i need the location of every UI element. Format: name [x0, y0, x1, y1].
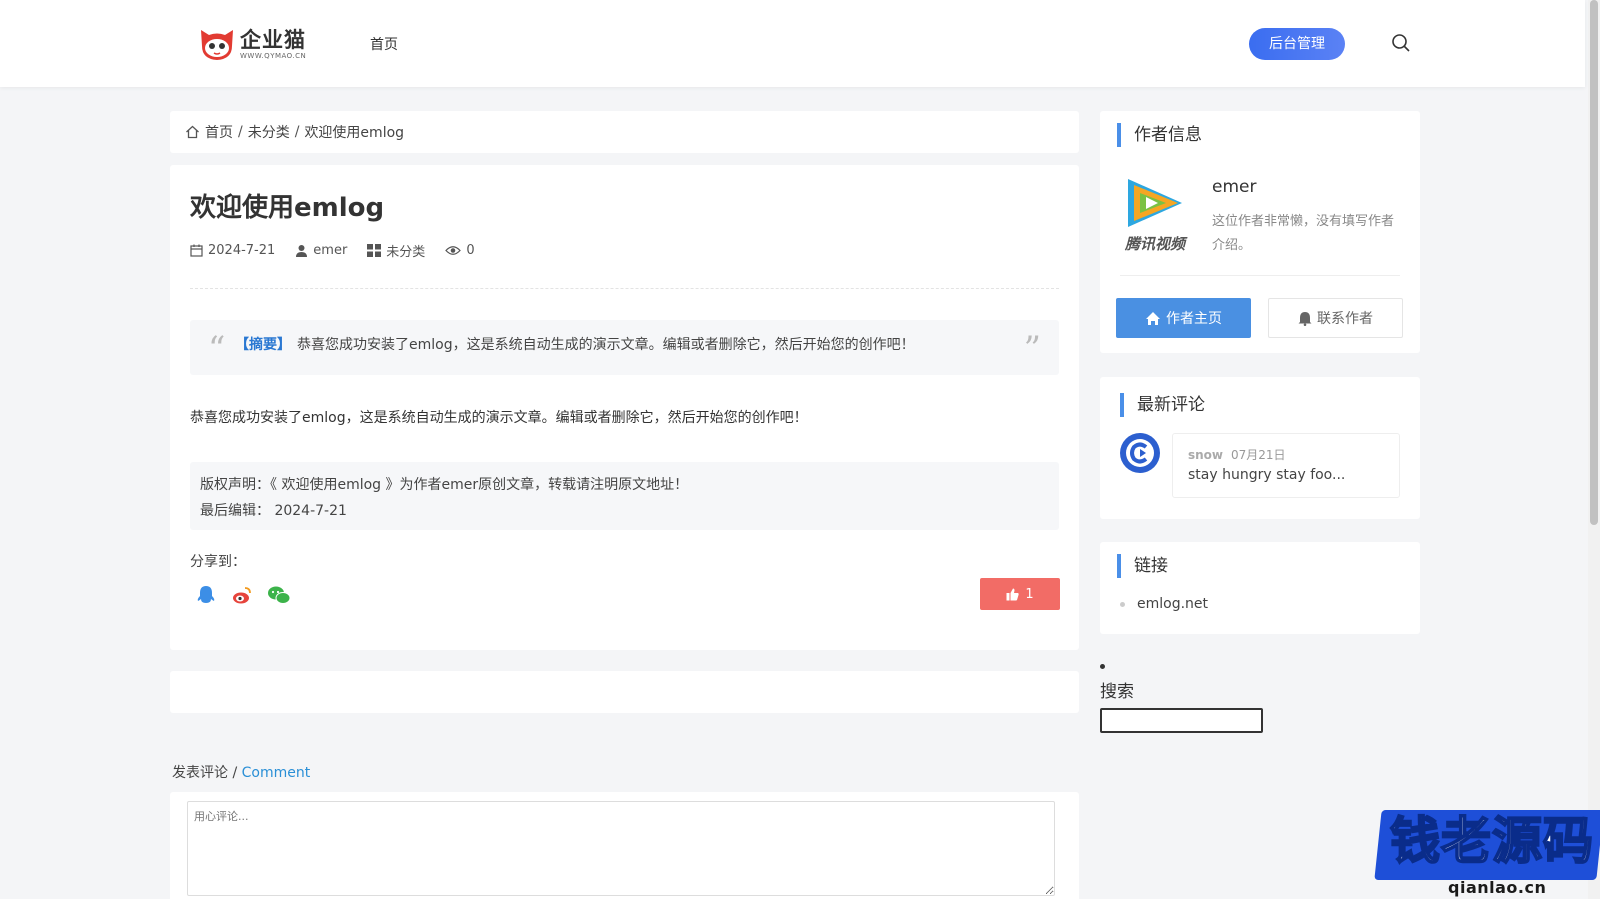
breadcrumb-separator: / — [294, 124, 300, 140]
user-icon — [296, 244, 308, 257]
logo-text: 企业猫 — [240, 28, 306, 52]
nav-home-link[interactable]: 首页 — [370, 34, 398, 54]
commenter-avatar-icon[interactable] — [1120, 433, 1160, 473]
logo-subtext: WWW.QYMAO.CN — [240, 52, 307, 60]
qq-share-icon[interactable] — [195, 584, 217, 606]
avatar-caption: 腾讯视频 — [1124, 235, 1185, 253]
contact-author-label: 联系作者 — [1317, 311, 1373, 327]
house-icon — [1146, 311, 1160, 325]
article-author[interactable]: emer — [313, 243, 347, 258]
scrollbar-thumb[interactable] — [1590, 0, 1598, 525]
meta-divider — [190, 288, 1059, 289]
comment-heading-cn: 发表评论 — [172, 765, 228, 781]
home-icon — [186, 125, 199, 139]
author-name: emer — [1212, 177, 1257, 197]
comment-form — [170, 792, 1079, 899]
comment-heading: 发表评论 / Comment — [172, 762, 310, 782]
like-count: 1 — [1025, 586, 1034, 602]
article-date: 2024-7-21 — [208, 243, 276, 258]
link-label: emlog.net — [1137, 596, 1209, 612]
article-summary: “ 【摘要】 恭喜您成功安装了emlog，这是系统自动生成的演示文章。编辑或者删除… — [190, 320, 1059, 375]
share-icons — [195, 584, 303, 606]
summary-text: 恭喜您成功安装了emlog，这是系统自动生成的演示文章。编辑或者删除它，然后开始… — [297, 337, 915, 353]
tencent-video-logo-icon — [1128, 179, 1182, 227]
wechat-share-icon[interactable] — [267, 584, 291, 606]
latest-comments-title: 最新评论 — [1120, 393, 1205, 417]
latest-comments-card: 最新评论 snow 07月21日 stay hungry stay foo... — [1100, 377, 1420, 519]
page-scrollbar[interactable] — [1588, 0, 1600, 899]
comment-date: 07月21日 — [1231, 448, 1286, 462]
like-button[interactable]: 1 — [980, 578, 1060, 610]
watermark-logo: 钱老源码 qianlao.cn — [1374, 792, 1600, 899]
author-avatar[interactable]: 腾讯视频 — [1120, 173, 1190, 255]
breadcrumb-home[interactable]: 首页 — [205, 122, 233, 142]
bell-icon — [1298, 311, 1312, 326]
article-meta: 2024-7-21 emer 未分类 0 — [190, 241, 495, 260]
article-body: 恭喜您成功安装了emlog，这是系统自动生成的演示文章。编辑或者删除它，然后开始… — [190, 410, 808, 426]
breadcrumb-current: 欢迎使用emlog — [304, 125, 405, 141]
last-edit-label: 最后编辑： — [200, 503, 270, 519]
copyright-line: 版权声明：《 欢迎使用emlog 》为作者emer原创文章，转载请注明原文地址！ — [200, 477, 689, 493]
watermark-subtext: qianlao.cn — [1448, 878, 1547, 897]
weibo-share-icon[interactable] — [231, 584, 253, 606]
search-icon[interactable] — [1391, 33, 1411, 53]
site-header: 企业猫 WWW.QYMAO.CN 首页 后台管理 — [0, 0, 1585, 87]
thumbs-up-icon — [1006, 588, 1020, 600]
sidebar-search-input[interactable] — [1100, 708, 1263, 733]
article-category[interactable]: 未分类 — [386, 241, 425, 260]
comment-heading-en: Comment — [241, 765, 311, 781]
breadcrumb-separator: / — [238, 124, 243, 140]
admin-button[interactable]: 后台管理 — [1249, 28, 1345, 60]
site-logo[interactable]: 企业猫 WWW.QYMAO.CN — [198, 26, 306, 62]
author-info-title: 作者信息 — [1117, 123, 1202, 147]
open-quote-icon: “ — [208, 329, 226, 369]
copyright-notice: 版权声明：《 欢迎使用emlog 》为作者emer原创文章，转载请注明原文地址！… — [190, 462, 1059, 530]
close-quote-icon: ” — [1023, 329, 1041, 369]
link-item[interactable]: emlog.net — [1120, 596, 1208, 612]
article-title: 欢迎使用emlog — [190, 193, 385, 223]
breadcrumb: 首页 / 未分类 / 欢迎使用emlog — [170, 111, 1079, 153]
comment-text: stay hungry stay foo... — [1188, 467, 1346, 483]
author-home-label: 作者主页 — [1166, 311, 1222, 327]
article-views: 0 — [466, 243, 475, 258]
share-label: 分享到： — [190, 554, 246, 570]
author-home-button[interactable]: 作者主页 — [1116, 298, 1251, 338]
contact-author-button[interactable]: 联系作者 — [1268, 298, 1403, 338]
summary-tag: 【摘要】 — [235, 337, 291, 353]
links-card: 链接 emlog.net — [1100, 542, 1420, 634]
breadcrumb-category[interactable]: 未分类 — [248, 122, 290, 142]
article-card: 欢迎使用emlog 2024-7-21 emer 未分类 0 “ 【摘要】 恭喜… — [170, 165, 1079, 650]
search-bullet — [1100, 664, 1105, 669]
cat-logo-icon — [201, 30, 233, 60]
author-info-card: 作者信息 腾讯视频 emer 这位作者非常懒，没有填写作者介绍。 作者主页 联系… — [1100, 111, 1420, 353]
author-description: 这位作者非常懒，没有填写作者介绍。 — [1212, 214, 1395, 253]
author-divider — [1120, 275, 1400, 276]
comment-heading-separator: / — [228, 765, 242, 781]
category-grid-icon — [367, 244, 382, 257]
search-title: 搜索 — [1100, 682, 1134, 702]
calendar-icon — [190, 244, 203, 257]
related-posts-box — [170, 671, 1079, 713]
watermark-text: 钱老源码 — [1389, 811, 1594, 871]
last-edit-date: 2024-7-21 — [274, 503, 347, 519]
bullet-dot — [1120, 601, 1125, 607]
comment-textarea[interactable] — [187, 801, 1055, 896]
comment-username: snow — [1188, 448, 1224, 462]
links-title: 链接 — [1117, 554, 1168, 578]
eye-icon — [445, 246, 462, 255]
comment-item[interactable]: snow 07月21日 stay hungry stay foo... — [1172, 433, 1400, 498]
